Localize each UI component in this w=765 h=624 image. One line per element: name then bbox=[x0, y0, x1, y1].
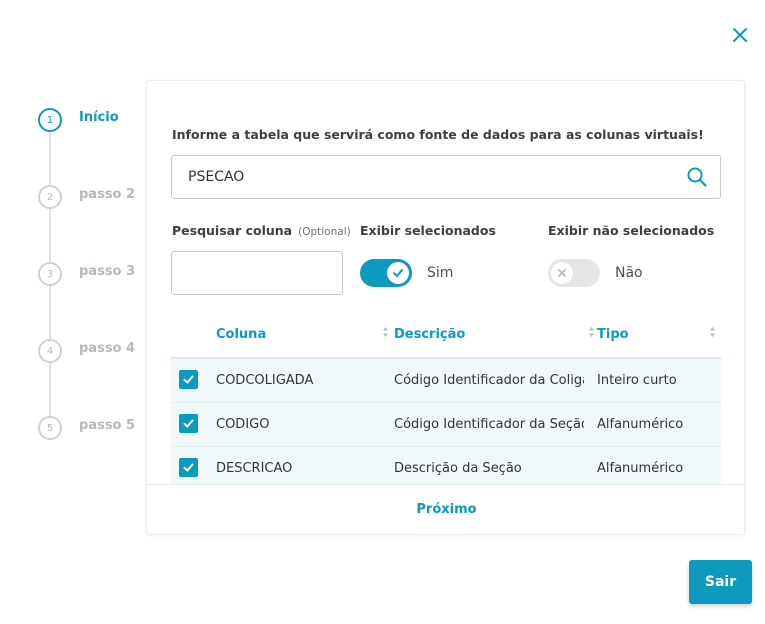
step-1[interactable]: 1 Início bbox=[36, 106, 146, 132]
wizard-stepper: 1 Início 2 passo 2 3 passo 3 4 passo 4 5… bbox=[36, 106, 146, 446]
step-number: 5 bbox=[38, 416, 62, 440]
source-table-value: PSECAO bbox=[188, 169, 245, 185]
table-header: Coluna Descrição Tipo bbox=[171, 319, 721, 359]
sort-icon[interactable] bbox=[588, 326, 595, 338]
row-checkbox[interactable] bbox=[179, 414, 198, 433]
step-2[interactable]: 2 passo 2 bbox=[36, 183, 146, 209]
show-selected-state: Sim bbox=[427, 265, 454, 281]
header-column[interactable]: Coluna bbox=[216, 327, 266, 342]
cell-column: CODCOLIGADA bbox=[216, 373, 314, 388]
cell-type: Alfanumérico bbox=[597, 461, 684, 476]
check-icon bbox=[183, 375, 194, 384]
step-content-card: Informe a tabela que servirá como fonte … bbox=[146, 80, 745, 535]
optional-tag: (Optional) bbox=[298, 226, 351, 238]
step-number: 4 bbox=[38, 339, 62, 363]
table-row[interactable]: CODCOLIGADA Código Identificador da Coli… bbox=[171, 359, 721, 403]
toggle-knob bbox=[551, 262, 573, 284]
sort-icon[interactable] bbox=[382, 326, 389, 338]
show-selected-toggle[interactable] bbox=[360, 259, 412, 287]
cell-description: Código Identificador da Coligada bbox=[394, 373, 584, 388]
check-icon bbox=[183, 463, 194, 472]
column-search-label: Pesquisar coluna (Optional) bbox=[172, 223, 351, 238]
toggle-knob bbox=[387, 262, 409, 284]
step-label: passo 4 bbox=[79, 341, 136, 356]
show-unselected-state: Não bbox=[615, 265, 643, 281]
step-5[interactable]: 5 passo 5 bbox=[36, 414, 146, 440]
step-label: passo 5 bbox=[79, 418, 136, 433]
show-unselected-toggle[interactable] bbox=[548, 259, 600, 287]
header-description[interactable]: Descrição bbox=[394, 327, 465, 342]
cell-description: Descrição da Seção bbox=[394, 461, 522, 476]
step-label: passo 2 bbox=[79, 187, 136, 202]
close-icon[interactable] bbox=[729, 24, 751, 46]
step-number: 2 bbox=[38, 185, 62, 209]
columns-table: Coluna Descrição Tipo CODCOLIGADA Código… bbox=[171, 319, 721, 491]
exit-button[interactable]: Sair bbox=[689, 560, 752, 604]
step-label: Início bbox=[79, 110, 119, 125]
show-unselected-label: Exibir não selecionados bbox=[548, 223, 715, 238]
step-4[interactable]: 4 passo 4 bbox=[36, 337, 146, 363]
step-label: passo 3 bbox=[79, 264, 136, 279]
source-table-lookup[interactable]: PSECAO bbox=[171, 155, 721, 199]
column-search-input[interactable] bbox=[171, 251, 343, 295]
x-icon bbox=[558, 269, 566, 277]
cell-description: Código Identificador da Seção bbox=[394, 417, 584, 432]
row-checkbox[interactable] bbox=[179, 370, 198, 389]
header-type[interactable]: Tipo bbox=[597, 327, 629, 342]
search-icon[interactable] bbox=[686, 166, 708, 188]
show-selected-label: Exibir selecionados bbox=[360, 223, 496, 238]
cell-type: Alfanumérico bbox=[597, 417, 684, 432]
cell-column: CODIGO bbox=[216, 417, 270, 432]
step-3[interactable]: 3 passo 3 bbox=[36, 260, 146, 286]
source-table-label: Informe a tabela que servirá como fonte … bbox=[172, 127, 704, 142]
sort-icon[interactable] bbox=[709, 326, 716, 338]
cell-type: Inteiro curto bbox=[597, 373, 677, 388]
step-number: 1 bbox=[38, 108, 62, 132]
table-row[interactable]: CODIGO Código Identificador da Seção Alf… bbox=[171, 403, 721, 447]
step-number: 3 bbox=[38, 262, 62, 286]
check-icon bbox=[393, 269, 403, 277]
row-checkbox[interactable] bbox=[179, 458, 198, 477]
next-button[interactable]: Próximo bbox=[416, 502, 476, 517]
cell-column: DESCRICAO bbox=[216, 461, 293, 476]
column-search-label-text: Pesquisar coluna bbox=[172, 223, 293, 238]
card-footer: Próximo bbox=[147, 484, 744, 534]
check-icon bbox=[183, 419, 194, 428]
